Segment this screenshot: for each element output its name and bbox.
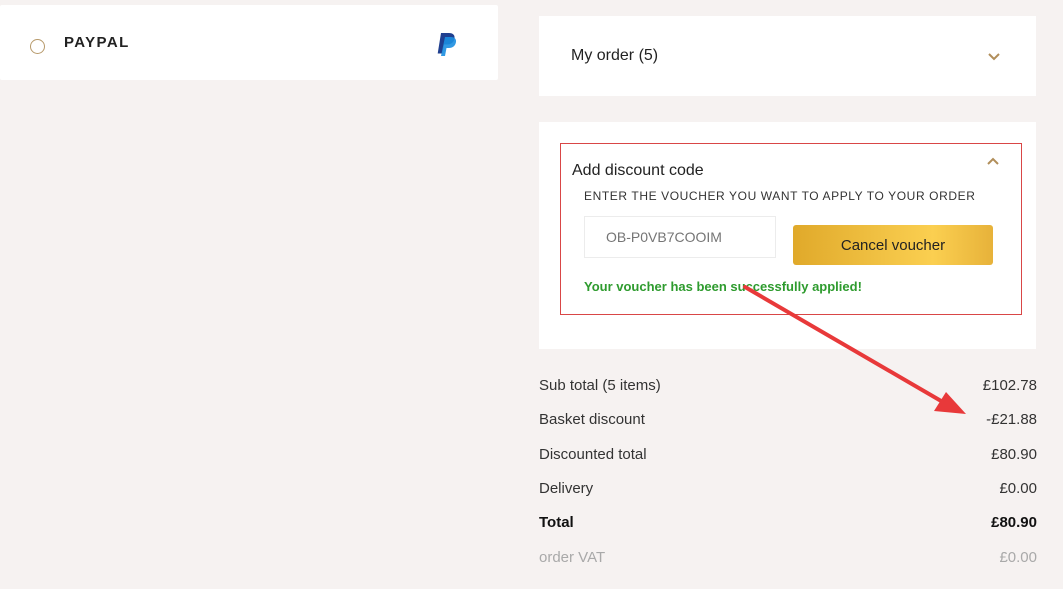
discounted-total-label: Discounted total [539,446,647,463]
total-row: Total £80.90 [539,514,1037,534]
total-value: £80.90 [991,514,1037,531]
delivery-row: Delivery £0.00 [539,480,1037,500]
paypal-logo-icon [437,33,457,56]
subtotal-label: Sub total (5 items) [539,377,661,394]
discounted-total-row: Discounted total £80.90 [539,446,1037,466]
basket-discount-label: Basket discount [539,411,645,428]
subtotal-value: £102.78 [982,377,1037,394]
vat-row: order VAT £0.00 [539,549,1037,569]
subtotal-row: Sub total (5 items) £102.78 [539,377,1037,397]
cancel-voucher-button[interactable]: Cancel voucher [793,225,993,265]
voucher-caption: ENTER THE VOUCHER YOU WANT TO APPLY TO Y… [584,189,976,203]
discount-code-section: Add discount code ENTER THE VOUCHER YOU … [539,122,1036,349]
chevron-up-icon[interactable] [986,156,1000,166]
total-label: Total [539,514,574,531]
paypal-option-label: PAYPAL [64,34,130,51]
chevron-down-icon[interactable] [987,52,1001,62]
my-order-title: My order (5) [571,47,659,64]
paypal-payment-option[interactable]: PAYPAL [0,5,498,80]
voucher-code-input[interactable] [584,216,776,258]
voucher-success-message: Your voucher has been successfully appli… [584,279,862,294]
vat-label: order VAT [539,549,606,566]
discounted-total-value: £80.90 [991,446,1037,463]
my-order-section[interactable]: My order (5) [539,16,1036,96]
paypal-radio-button[interactable] [30,39,45,54]
discount-code-title[interactable]: Add discount code [572,162,704,180]
basket-discount-value: -£21.88 [986,411,1037,428]
delivery-value: £0.00 [999,480,1037,497]
delivery-label: Delivery [539,480,594,497]
basket-discount-row: Basket discount -£21.88 [539,411,1037,431]
vat-value: £0.00 [999,549,1037,566]
discount-code-highlight-box: Add discount code ENTER THE VOUCHER YOU … [560,143,1022,315]
